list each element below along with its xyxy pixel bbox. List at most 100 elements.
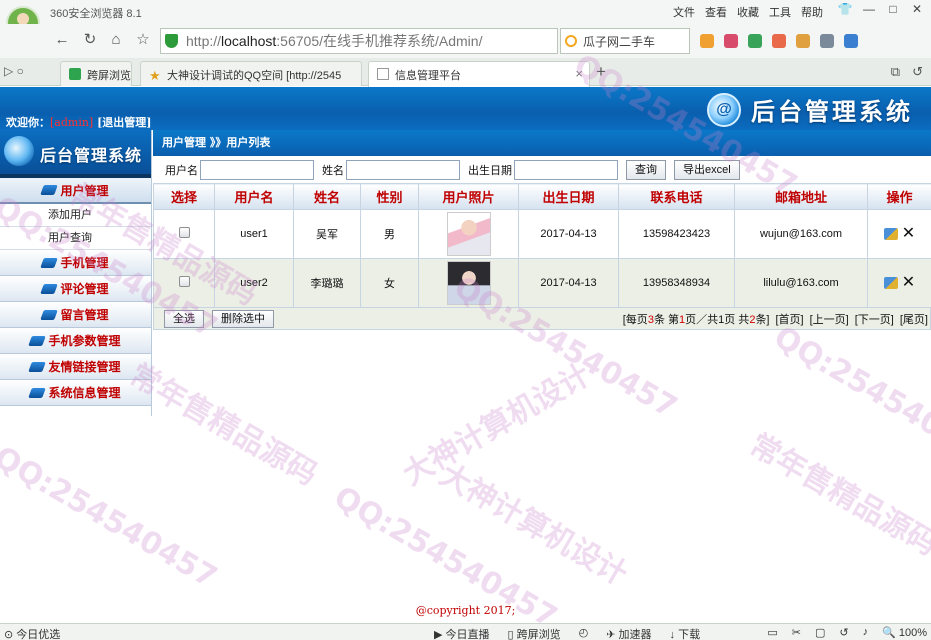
main-content: 用户管理 》》用户列表 用户名 姓名 出生日期 查询 导出excel 选择 用户… (153, 130, 931, 340)
actions-cell: ✕ (867, 258, 931, 308)
delete-icon[interactable]: ✕ (902, 274, 915, 291)
username-filter-label: 用户名 (165, 164, 198, 177)
export-excel-button[interactable]: 导出excel (674, 159, 740, 180)
prev-page-link[interactable]: [上一页] (810, 311, 849, 327)
delete-selected-button[interactable]: 删除选中 (212, 309, 274, 328)
menu-arrow-icon (28, 361, 47, 372)
sidebar-group-comment-management[interactable]: 评论管理 (0, 276, 151, 302)
search-engine-icon (565, 35, 577, 47)
sidebar-group-phone-management[interactable]: 手机管理 (0, 250, 151, 276)
cross-screen-button[interactable]: ▯ 跨屏浏览 (508, 626, 561, 640)
menu-file[interactable]: 文件 (673, 4, 695, 20)
sidebar-header: 后台管理系统 (0, 130, 151, 178)
tab-cross-screen[interactable]: 跨屏浏览 (60, 61, 132, 86)
sidebar-group-user-management[interactable]: 用户管理 (0, 178, 151, 204)
sidebar-group-message-management[interactable]: 留言管理 (0, 302, 151, 328)
row-checkbox[interactable] (178, 227, 190, 238)
tab-right-tools: ⧉ ↺ (891, 64, 923, 80)
sidebar-group-label: 评论管理 (60, 282, 109, 296)
download-button[interactable]: ↓ 下载 (670, 626, 701, 640)
tab-strip: ▷ ○ 跨屏浏览 ★ 大神设计调试的QQ空间 [http://2545 信息管理… (0, 58, 931, 87)
menu-view[interactable]: 查看 (705, 4, 727, 20)
edit-icon[interactable] (883, 276, 898, 289)
favorite-star-icon[interactable]: ☆ (133, 30, 153, 50)
sidebar-group-label: 用户管理 (60, 183, 109, 198)
table-footer-bar: 全选 删除选中 [每页3条 第1页／共1页 共2条] [首页] [上一页] [下… (153, 308, 931, 330)
security-shield-icon (165, 34, 178, 48)
column-header-phone: 联系电话 (618, 183, 735, 210)
network-icon[interactable]: ◴ (579, 626, 589, 640)
shield-extension-icon[interactable] (748, 34, 762, 48)
photo-cell (418, 209, 519, 259)
menu-arrow-icon (40, 309, 59, 320)
actions-cell: ✕ (867, 209, 931, 259)
table-row: user1 吴军 男 2017-04-13 13598423423 wujun@… (153, 209, 931, 259)
current-username: [admin] (50, 116, 94, 129)
birth-filter-input[interactable] (514, 159, 618, 180)
game-icon[interactable] (820, 34, 834, 48)
column-header-actions: 操作 (867, 183, 931, 210)
sidebar-toggle-icon[interactable]: ▷ ○ (4, 64, 24, 78)
back-arrow-icon[interactable]: ← (52, 30, 72, 50)
name-filter-input[interactable] (346, 159, 460, 180)
menu-help[interactable]: 帮助 (801, 4, 823, 20)
ad-block-icon[interactable] (772, 34, 786, 48)
screenshot-icon[interactable]: ✂ (792, 626, 801, 639)
last-page-link[interactable]: [尾页] (900, 311, 928, 327)
zoom-level[interactable]: 🔍 100% (882, 626, 927, 639)
browser-search-box[interactable]: 瓜子网二手车 (560, 28, 690, 54)
menu-favorites[interactable]: 收藏 (737, 4, 759, 20)
column-header-username: 用户名 (214, 183, 294, 210)
skin-icon[interactable]: 👕 (837, 2, 853, 16)
close-tab-icon[interactable]: × (575, 66, 583, 81)
sidebar-group-system-info[interactable]: 系统信息管理 (0, 380, 151, 406)
accelerator-button[interactable]: ✈ 加速器 (606, 626, 651, 640)
row-checkbox[interactable] (178, 276, 190, 287)
window-icon[interactable]: ▢ (815, 626, 825, 639)
menu-tools[interactable]: 工具 (769, 4, 791, 20)
live-button[interactable]: ▶ 今日直播 (434, 626, 490, 640)
close-window-button[interactable]: ✕ (909, 2, 925, 16)
minimize-button[interactable]: — (861, 2, 877, 16)
home-icon[interactable]: ⌂ (106, 30, 126, 50)
play-icon: ▶ (434, 629, 443, 640)
next-page-link[interactable]: [下一页] (855, 311, 894, 327)
extension-icon[interactable] (724, 34, 738, 48)
sidebar-item-user-query[interactable]: 用户查询 (0, 227, 151, 250)
edit-icon[interactable] (883, 227, 898, 240)
tab-list-icon[interactable]: ⧉ (891, 64, 900, 80)
name-filter-label: 姓名 (322, 164, 344, 177)
logout-link[interactable]: [退出管理] (97, 116, 151, 129)
apps-grid-icon[interactable] (700, 34, 714, 48)
sidebar-group-phone-params[interactable]: 手机参数管理 (0, 328, 151, 354)
today-picks[interactable]: ⊙ 今日优选 (4, 626, 60, 640)
undo-close-icon[interactable]: ↺ (912, 64, 923, 80)
sidebar-group-label: 留言管理 (60, 308, 109, 322)
username-filter-input[interactable] (200, 159, 314, 180)
menu-arrow-icon (40, 257, 59, 268)
maximize-button[interactable]: □ (885, 2, 901, 16)
sidebar-item-add-user[interactable]: 添加用户 (0, 204, 151, 227)
volume-icon[interactable]: ♪ (863, 626, 869, 639)
star-icon: ★ (149, 68, 161, 83)
translate-icon[interactable] (796, 34, 810, 48)
photo-cell (418, 258, 519, 308)
brand-logo-icon: @ (707, 92, 741, 127)
phone-icon: ▯ (507, 629, 514, 640)
refresh-icon[interactable]: ↻ (80, 30, 100, 50)
select-all-button[interactable]: 全选 (164, 309, 204, 328)
query-button[interactable]: 查询 (626, 159, 666, 180)
sidebar-logo-icon (4, 136, 34, 166)
address-bar[interactable]: http://localhost:56705/在线手机推荐系统/Admin/ (160, 28, 558, 54)
first-page-link[interactable]: [首页] (776, 311, 804, 327)
restore-icon[interactable]: ↺ (839, 626, 848, 639)
tab-qq-space[interactable]: ★ 大神设计调试的QQ空间 [http://2545 (140, 61, 362, 86)
layout-icon[interactable]: ▭ (767, 626, 777, 639)
browser-app-title: 360安全浏览器 8.1 (50, 8, 142, 20)
birth-filter-label: 出生日期 (468, 164, 512, 177)
delete-icon[interactable]: ✕ (902, 225, 915, 242)
search-icon[interactable] (844, 34, 858, 48)
tab-info-platform[interactable]: 信息管理平台 × (368, 61, 590, 87)
sidebar-group-friend-links[interactable]: 友情链接管理 (0, 354, 151, 380)
new-tab-button[interactable]: + (596, 62, 606, 82)
